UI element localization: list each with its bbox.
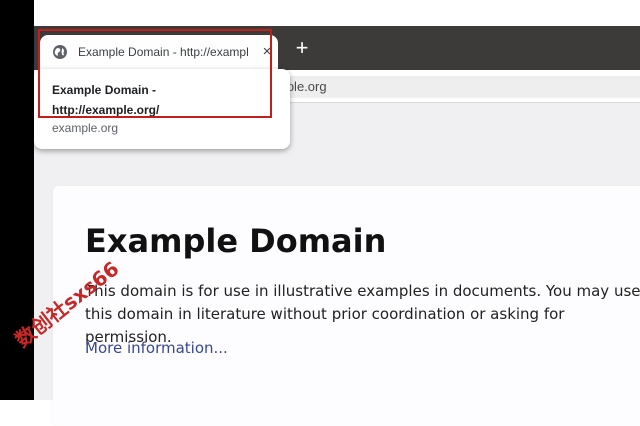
close-icon[interactable]: ×: [259, 43, 275, 61]
page-heading: Example Domain: [85, 222, 387, 260]
hover-card-title: Example Domain - http://example.org/: [52, 83, 160, 117]
more-information-link[interactable]: More information...: [85, 339, 228, 357]
globe-icon: [53, 45, 67, 59]
hover-card-domain: example.org: [52, 121, 119, 135]
tab-strip: Example Domain - http://example.org/ × +: [34, 26, 640, 70]
new-tab-button[interactable]: +: [292, 37, 312, 59]
tab-hover-card: Example Domain - http://example.org/ exa…: [34, 69, 290, 149]
tab-example-domain[interactable]: Example Domain - http://example.org/ ×: [40, 35, 278, 70]
desktop-background: [34, 0, 640, 26]
tab-title: Example Domain - http://example.org/: [78, 45, 248, 59]
